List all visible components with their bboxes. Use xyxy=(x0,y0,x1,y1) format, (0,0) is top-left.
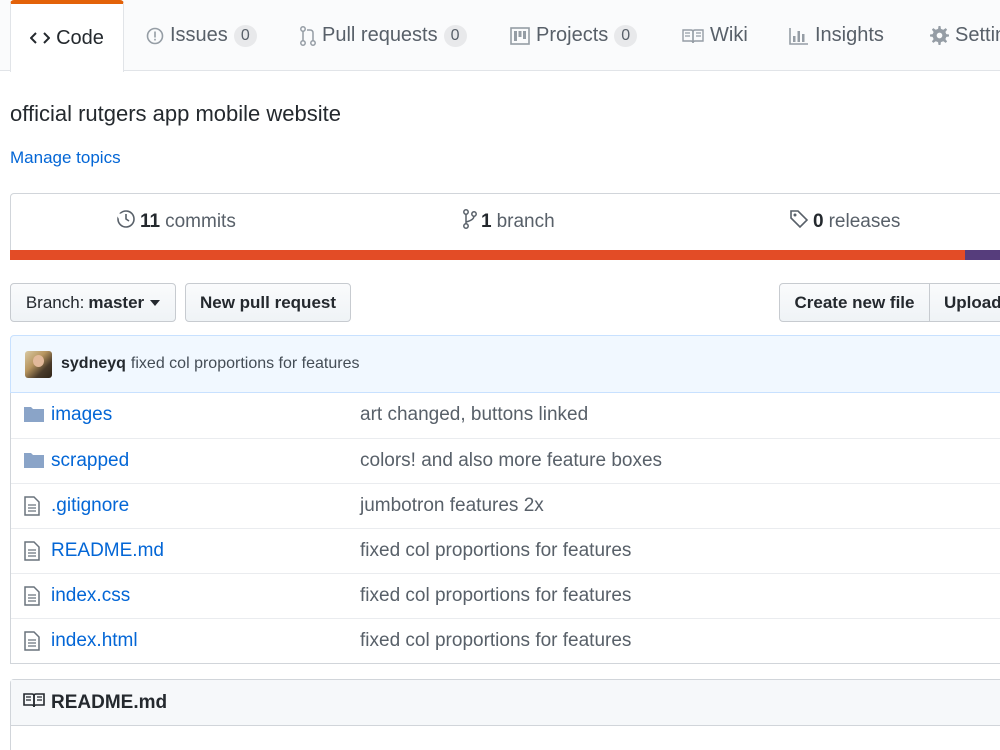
branches-link[interactable]: 1 branch xyxy=(463,209,555,235)
branches-count: 1 xyxy=(481,211,492,232)
graph-icon xyxy=(789,27,809,45)
manage-topics-link[interactable]: Manage topics xyxy=(10,148,121,168)
book-icon xyxy=(682,28,704,44)
list-item: index.html fixed col proportions for fea… xyxy=(11,618,1000,663)
tab-projects[interactable]: Projects 0 xyxy=(510,0,638,71)
list-item: .gitignore jumbotron features 2x xyxy=(11,483,1000,528)
tab-projects-label: Projects xyxy=(536,24,609,46)
tab-code-label: Code xyxy=(56,26,104,49)
tab-settings[interactable]: Settin xyxy=(930,0,1000,71)
language-bar[interactable] xyxy=(10,250,1000,260)
tab-pull-requests-label: Pull requests xyxy=(322,24,438,46)
list-item: scrapped colors! and also more feature b… xyxy=(11,438,1000,483)
git-branch-icon xyxy=(463,209,477,235)
branches-label: branch xyxy=(496,211,555,232)
tag-icon xyxy=(789,209,809,235)
list-item: images art changed, buttons linked xyxy=(11,393,1000,438)
file-commit-message[interactable]: colors! and also more feature boxes xyxy=(360,450,662,472)
file-commit-message[interactable]: fixed col proportions for features xyxy=(360,630,631,652)
tab-code[interactable]: Code xyxy=(10,0,124,72)
file-commit-message[interactable]: jumbotron features 2x xyxy=(360,495,544,517)
file-text-icon xyxy=(24,541,40,567)
tab-issues-label: Issues xyxy=(170,24,228,46)
create-new-file-button[interactable]: Create new file xyxy=(779,283,930,322)
file-list: images art changed, buttons linked scrap… xyxy=(10,393,1000,664)
commits-label: commits xyxy=(165,211,236,232)
file-name[interactable]: scrapped xyxy=(51,450,129,472)
folder-icon xyxy=(24,405,44,429)
commit-message[interactable]: fixed col proportions for features xyxy=(131,355,360,373)
list-item: README.md fixed col proportions for feat… xyxy=(11,528,1000,573)
gear-icon xyxy=(930,26,949,45)
list-item: index.css fixed col proportions for feat… xyxy=(11,573,1000,618)
latest-commit-bar: sydneyq fixed col proportions for featur… xyxy=(10,335,1000,393)
commits-count: 11 xyxy=(140,211,161,232)
tab-wiki-label: Wiki xyxy=(710,24,748,46)
file-commit-message[interactable]: fixed col proportions for features xyxy=(360,540,631,562)
repo-description: official rutgers app mobile website xyxy=(10,101,341,126)
commits-link[interactable]: 11 commits xyxy=(116,209,236,235)
code-icon xyxy=(30,30,51,46)
tab-insights-label: Insights xyxy=(815,24,884,46)
readme-box: README.md xyxy=(10,679,1000,750)
file-name[interactable]: .gitignore xyxy=(51,495,129,517)
tab-settings-label: Settin xyxy=(955,24,1000,46)
file-name[interactable]: index.css xyxy=(51,585,130,607)
file-text-icon xyxy=(24,586,40,612)
upload-files-button[interactable]: Upload xyxy=(929,283,1000,322)
avatar[interactable] xyxy=(25,350,52,378)
releases-link[interactable]: 0 releases xyxy=(789,209,900,235)
folder-icon xyxy=(24,451,44,475)
history-icon xyxy=(116,209,136,235)
commit-author[interactable]: sydneyq xyxy=(61,355,126,373)
repo-nav-tabs: Code Issues 0 Pull requests 0 Projects 0… xyxy=(0,0,1000,72)
tab-pull-requests[interactable]: Pull requests 0 xyxy=(300,0,467,71)
file-name[interactable]: index.html xyxy=(51,630,138,652)
file-commit-message[interactable]: art changed, buttons linked xyxy=(360,404,588,426)
language-segment-secondary xyxy=(965,250,1000,260)
project-icon xyxy=(510,26,530,45)
branch-value: master xyxy=(88,292,145,312)
releases-label: releases xyxy=(828,211,901,232)
tab-issues[interactable]: Issues 0 xyxy=(146,0,257,71)
file-name[interactable]: README.md xyxy=(51,540,164,562)
branch-select-button[interactable]: Branch: master xyxy=(10,283,176,322)
file-text-icon xyxy=(24,496,40,522)
new-pull-request-button[interactable]: New pull request xyxy=(185,283,351,322)
branch-label: Branch: xyxy=(25,292,85,312)
tab-wiki[interactable]: Wiki xyxy=(682,0,748,71)
readme-header: README.md xyxy=(11,680,1000,726)
git-pull-request-icon xyxy=(300,25,316,46)
language-segment-primary xyxy=(10,250,965,260)
file-name[interactable]: images xyxy=(51,404,112,426)
issue-opened-icon xyxy=(146,27,164,45)
pull-requests-counter: 0 xyxy=(443,24,467,47)
tab-insights[interactable]: Insights xyxy=(789,0,884,71)
issues-counter: 0 xyxy=(233,24,257,47)
projects-counter: 0 xyxy=(614,24,638,47)
book-icon xyxy=(23,692,51,714)
file-text-icon xyxy=(24,631,40,657)
file-commit-message[interactable]: fixed col proportions for features xyxy=(360,585,631,607)
readme-title: README.md xyxy=(51,691,168,713)
releases-count: 0 xyxy=(813,211,824,232)
caret-down-icon xyxy=(150,299,161,306)
